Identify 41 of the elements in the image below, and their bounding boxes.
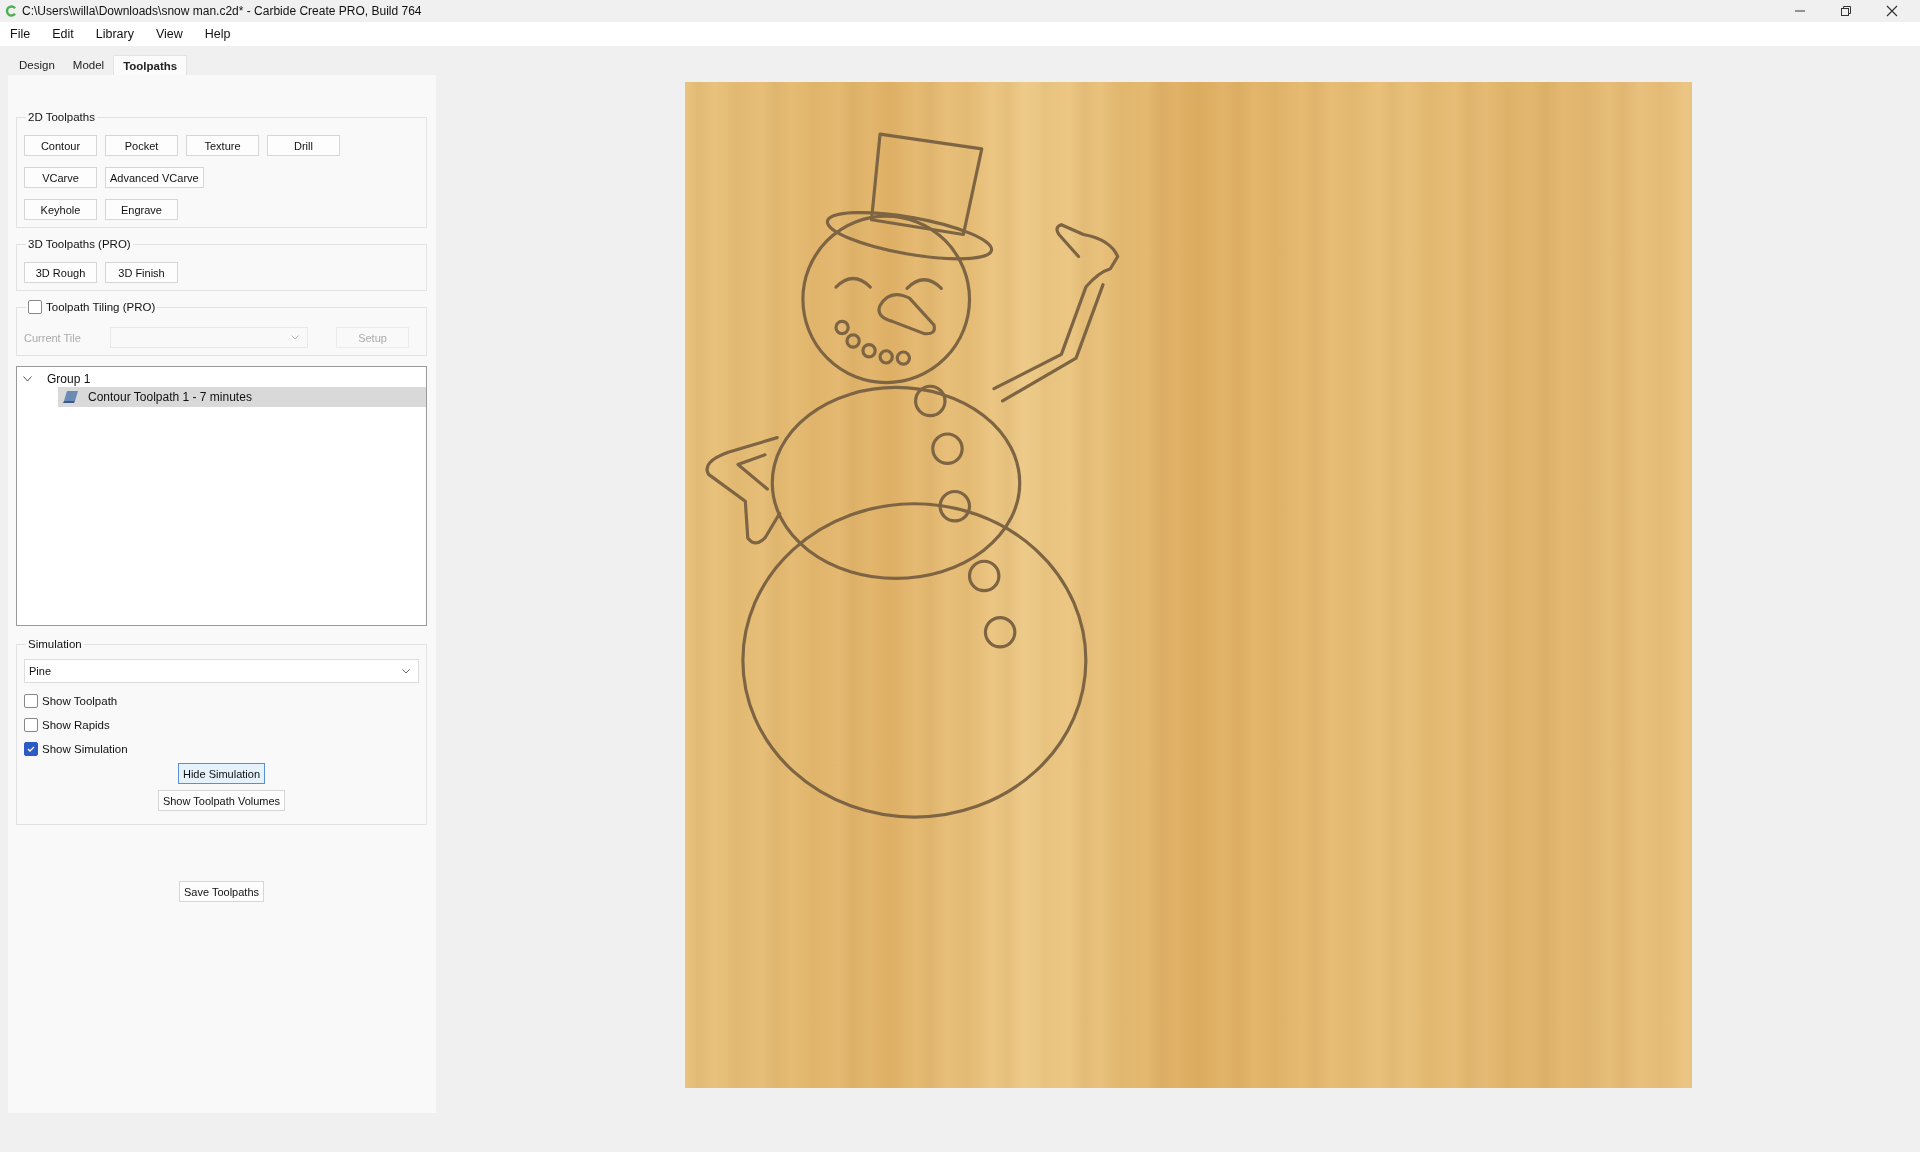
tab[interactable]: Model	[63, 55, 114, 75]
checkbox-label: Toolpath Tiling (PRO)	[46, 300, 156, 315]
chevron-down-icon	[291, 335, 299, 340]
toolpath-button[interactable]: VCarve	[24, 167, 97, 188]
close-icon[interactable]	[1886, 5, 1898, 17]
menu-item[interactable]: Library	[95, 27, 134, 41]
toolpath-button[interactable]: 3D Finish	[105, 262, 178, 283]
checkbox[interactable]	[24, 742, 38, 756]
checkbox-label: Show Toolpath	[42, 695, 118, 707]
simulation-button[interactable]: Hide Simulation	[177, 763, 265, 784]
checkbox[interactable]	[24, 718, 38, 732]
toolpath-button[interactable]: Pocket	[105, 135, 178, 156]
menu-item[interactable]: Edit	[52, 27, 74, 41]
toolpath-button[interactable]: Drill	[267, 135, 340, 156]
toolpath-button[interactable]: 3D Rough	[24, 262, 97, 283]
toolpath-button[interactable]: Advanced VCarve	[105, 167, 204, 188]
tab[interactable]: Toolpaths	[113, 55, 188, 75]
tree-group[interactable]: Group 1	[47, 371, 91, 386]
app-logo-icon	[5, 5, 17, 17]
menu-item[interactable]: File	[10, 27, 31, 41]
toolpath-button[interactable]: Texture	[186, 135, 259, 156]
simulation-button[interactable]: Show Toolpath Volumes	[157, 790, 286, 811]
toolpath-icon	[63, 390, 79, 404]
menu-item[interactable]: View	[155, 27, 183, 41]
restore-icon[interactable]	[1840, 5, 1852, 17]
checkbox-label: Show Rapids	[42, 719, 110, 731]
tab[interactable]: Design	[10, 55, 64, 75]
menu-item[interactable]: Help	[204, 27, 231, 41]
checkbox-label: Show Simulation	[42, 743, 128, 755]
window-title: C:\Users\willa\Downloads\snow man.c2d* - Carbide Create PRO, Build 764	[22, 4, 423, 18]
toolpath-button[interactable]: Contour	[24, 135, 97, 156]
toolpath-item[interactable]: Contour Toolpath 1 - 7 minutes	[58, 387, 426, 407]
checkbox[interactable]	[24, 694, 38, 708]
checkmark-icon	[26, 744, 36, 754]
current-tile-label: Current Tile	[24, 331, 82, 344]
toolpath-button[interactable]: Keyhole	[24, 199, 97, 220]
chevron-down-icon	[402, 668, 410, 674]
save-toolpaths-button[interactable]: Save Toolpaths	[179, 881, 264, 902]
chevron-icon[interactable]	[23, 375, 32, 382]
material-dropdown[interactable]: Pine	[24, 659, 419, 683]
toolpath-button[interactable]: Engrave	[105, 199, 178, 220]
